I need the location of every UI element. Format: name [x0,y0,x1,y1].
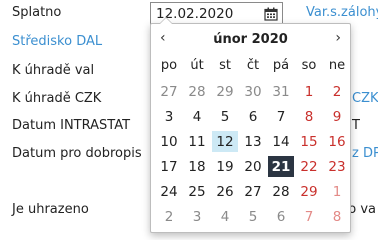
calendar-day[interactable]: 15 [296,131,322,152]
calendar-day[interactable]: 24 [156,181,182,202]
calendar-day[interactable]: 6 [268,206,294,227]
calendar-day[interactable]: 23 [324,156,350,177]
calendar-day[interactable]: 22 [296,156,322,177]
calendar-day[interactable]: 9 [324,106,350,127]
datepicker-popup: ‹ únor 2020 › po út st čt pá so ne 27 28 2… [150,17,351,233]
calendar-day[interactable]: 29 [212,81,238,102]
weekday-label: čt [246,58,260,73]
calendar-day[interactable]: 27 [156,81,182,102]
calendar-day[interactable]: 28 [268,181,294,202]
calendar-icon[interactable] [264,7,278,21]
splatno-label: Splatno [12,5,62,20]
weekday-label: po [160,58,178,73]
calendar-day[interactable]: 1 [296,81,322,102]
calendar-day[interactable]: 4 [184,106,210,127]
calendar-day[interactable]: 8 [296,106,322,127]
calendar-day[interactable]: 30 [240,81,266,102]
day-grid: 27 28 29 30 31 1 2 3 4 5 6 7 8 9 10 11 12 13 14 15 16 17 18 19 2… [155,79,351,229]
var-s-zalohy-link[interactable]: Var.s.zálohy [306,5,378,20]
calendar-day[interactable]: 16 [324,131,350,152]
calendar-day[interactable]: 18 [184,156,210,177]
calendar-day[interactable]: 4 [212,206,238,227]
calendar-day[interactable]: 7 [296,206,322,227]
calendar-day[interactable]: 10 [156,131,182,152]
calendar-day[interactable]: 25 [184,181,210,202]
weekday-header: po út st čt pá so ne [155,58,351,73]
calendar-day[interactable]: 26 [212,181,238,202]
calendar-day[interactable]: 3 [184,206,210,227]
calendar-day[interactable]: 2 [324,81,350,102]
calendar-day[interactable]: 28 [184,81,210,102]
calendar-day[interactable]: 6 [240,106,266,127]
calendar-day[interactable]: 2 [156,206,182,227]
next-month-button[interactable]: › [335,30,341,46]
calendar-day[interactable]: 19 [212,156,238,177]
calendar-day[interactable]: 13 [240,131,266,152]
weekday-label: út [190,58,204,73]
calendar-day[interactable]: 1 [324,181,350,202]
calendar-day[interactable]: 20 [240,156,266,177]
month-title[interactable]: únor 2020 [151,32,350,47]
calendar-day[interactable]: 14 [268,131,294,152]
czk-link-partial[interactable]: CZK [352,91,378,106]
je-uhrazeno-label: Je uhrazeno [12,202,89,217]
weekday-label: ne [328,58,346,73]
datum-intrastat-label: Datum INTRASTAT [12,118,131,133]
dobropis-link-partial[interactable]: z DP [352,146,378,161]
calendar-day[interactable]: 29 [296,181,322,202]
datum-dobropis-label: Datum pro dobropis [12,146,142,161]
calendar-day[interactable]: 3 [156,106,182,127]
weekday-label: st [219,58,231,73]
calendar-day[interactable]: 21 [268,156,294,177]
k-uhrade-val-label: K úhradě val [12,63,95,78]
intrastat-value-partial: T [352,118,360,133]
calendar-day[interactable]: 8 [324,206,350,227]
calendar-day[interactable]: 12 [212,131,238,152]
calendar-day[interactable]: 5 [212,106,238,127]
calendar-day[interactable]: 31 [268,81,294,102]
calendar-day[interactable]: 11 [184,131,210,152]
weekday-label: pá [272,58,290,73]
calendar-day[interactable]: 7 [268,106,294,127]
stredisko-dal-link[interactable]: Středisko DAL [12,34,102,49]
calendar-day[interactable]: 5 [240,206,266,227]
calendar-day[interactable]: 17 [156,156,182,177]
k-uhrade-czk-label: K úhradě CZK [12,91,102,106]
weekday-label: so [301,58,317,73]
calendar-day[interactable]: 27 [240,181,266,202]
